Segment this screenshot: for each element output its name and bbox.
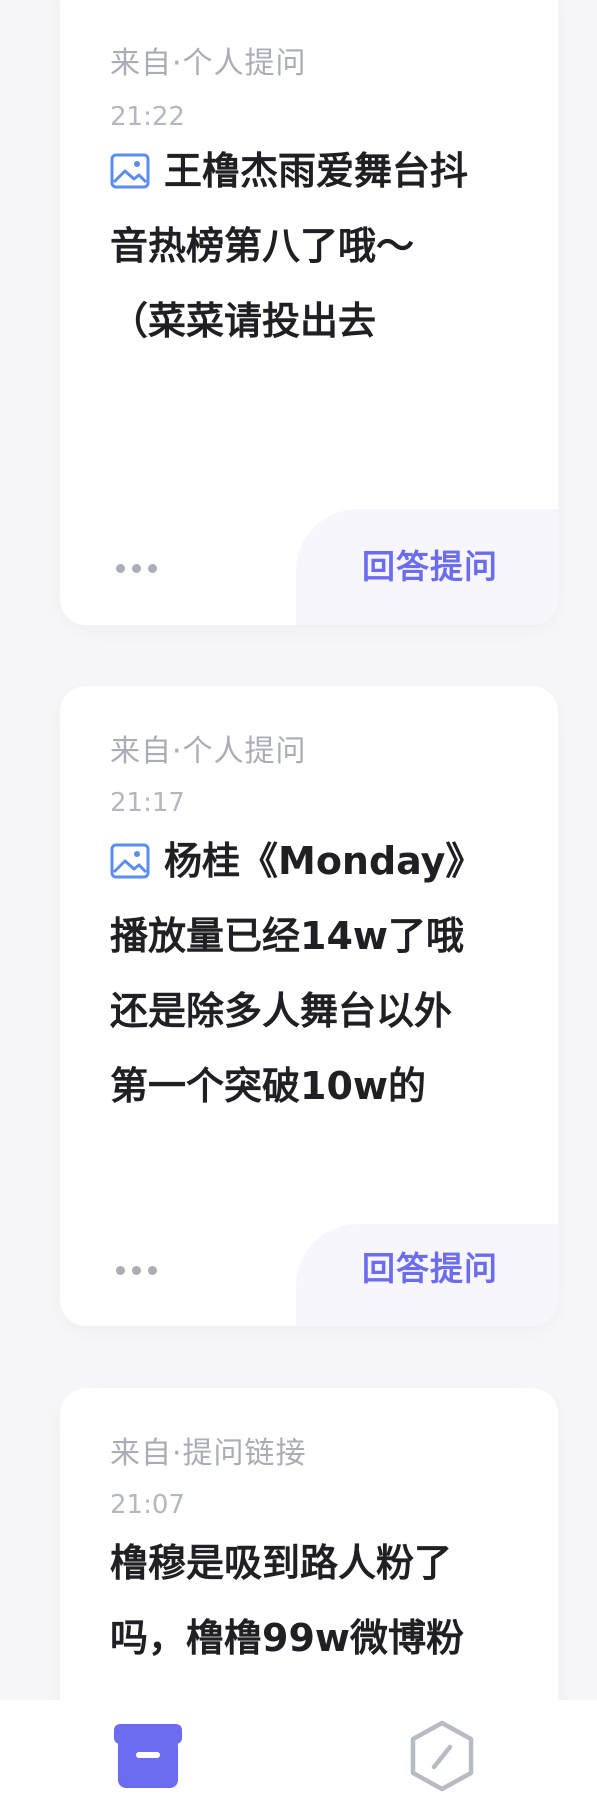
more-dots-icon[interactable]: [116, 1266, 157, 1275]
question-content: 杨桂《Monday》 播放量已经14w了哦 还是除多人舞台以外 第一个突破10w…: [110, 824, 530, 1124]
question-content: 橹穆是吸到路人粉了 吗，橹橹99w微博粉: [110, 1526, 530, 1676]
question-card[interactable]: 来自·个人提问 21:22 王橹杰雨爱舞台抖 音热榜第八了哦～ （菜菜请投出去 …: [60, 0, 558, 625]
content-line: 王橹杰雨爱舞台抖: [110, 134, 530, 209]
more-dots-icon[interactable]: [116, 564, 157, 573]
question-source: 来自·个人提问: [110, 46, 307, 81]
content-line: 音热榜第八了哦～: [110, 224, 415, 268]
inbox-box-icon[interactable]: [112, 1722, 184, 1790]
content-line: 播放量已经14w了哦: [110, 914, 464, 958]
question-content: 王橹杰雨爱舞台抖 音热榜第八了哦～ （菜菜请投出去: [110, 134, 530, 359]
content-line: 吗，橹橹99w微博粉: [110, 1616, 464, 1660]
question-time: 21:17: [110, 788, 185, 818]
question-time: 21:22: [110, 102, 185, 132]
question-source: 来自·个人提问: [110, 734, 307, 769]
question-inbox-page: 来自·个人提问 21:22 王橹杰雨爱舞台抖 音热榜第八了哦～ （菜菜请投出去 …: [0, 0, 597, 1807]
image-icon: [110, 843, 150, 879]
question-time: 21:07: [110, 1490, 185, 1520]
content-line: 第一个突破10w的: [110, 1064, 426, 1108]
answer-question-button[interactable]: 回答提问: [362, 1242, 498, 1290]
content-line: 还是除多人舞台以外: [110, 989, 453, 1033]
content-line: 橹穆是吸到路人粉了: [110, 1541, 453, 1585]
question-source: 来自·提问链接: [110, 1436, 307, 1471]
content-line: （菜菜请投出去: [110, 299, 377, 343]
answer-question-button[interactable]: 回答提问: [362, 540, 498, 588]
content-line: 杨桂《Monday》: [110, 824, 530, 899]
hexagon-edit-icon[interactable]: [408, 1720, 476, 1792]
image-icon: [110, 153, 150, 189]
bottom-tab-bar: [0, 1700, 597, 1807]
question-card[interactable]: 来自·个人提问 21:17 杨桂《Monday》 播放量已经14w了哦 还是除多…: [60, 686, 558, 1326]
